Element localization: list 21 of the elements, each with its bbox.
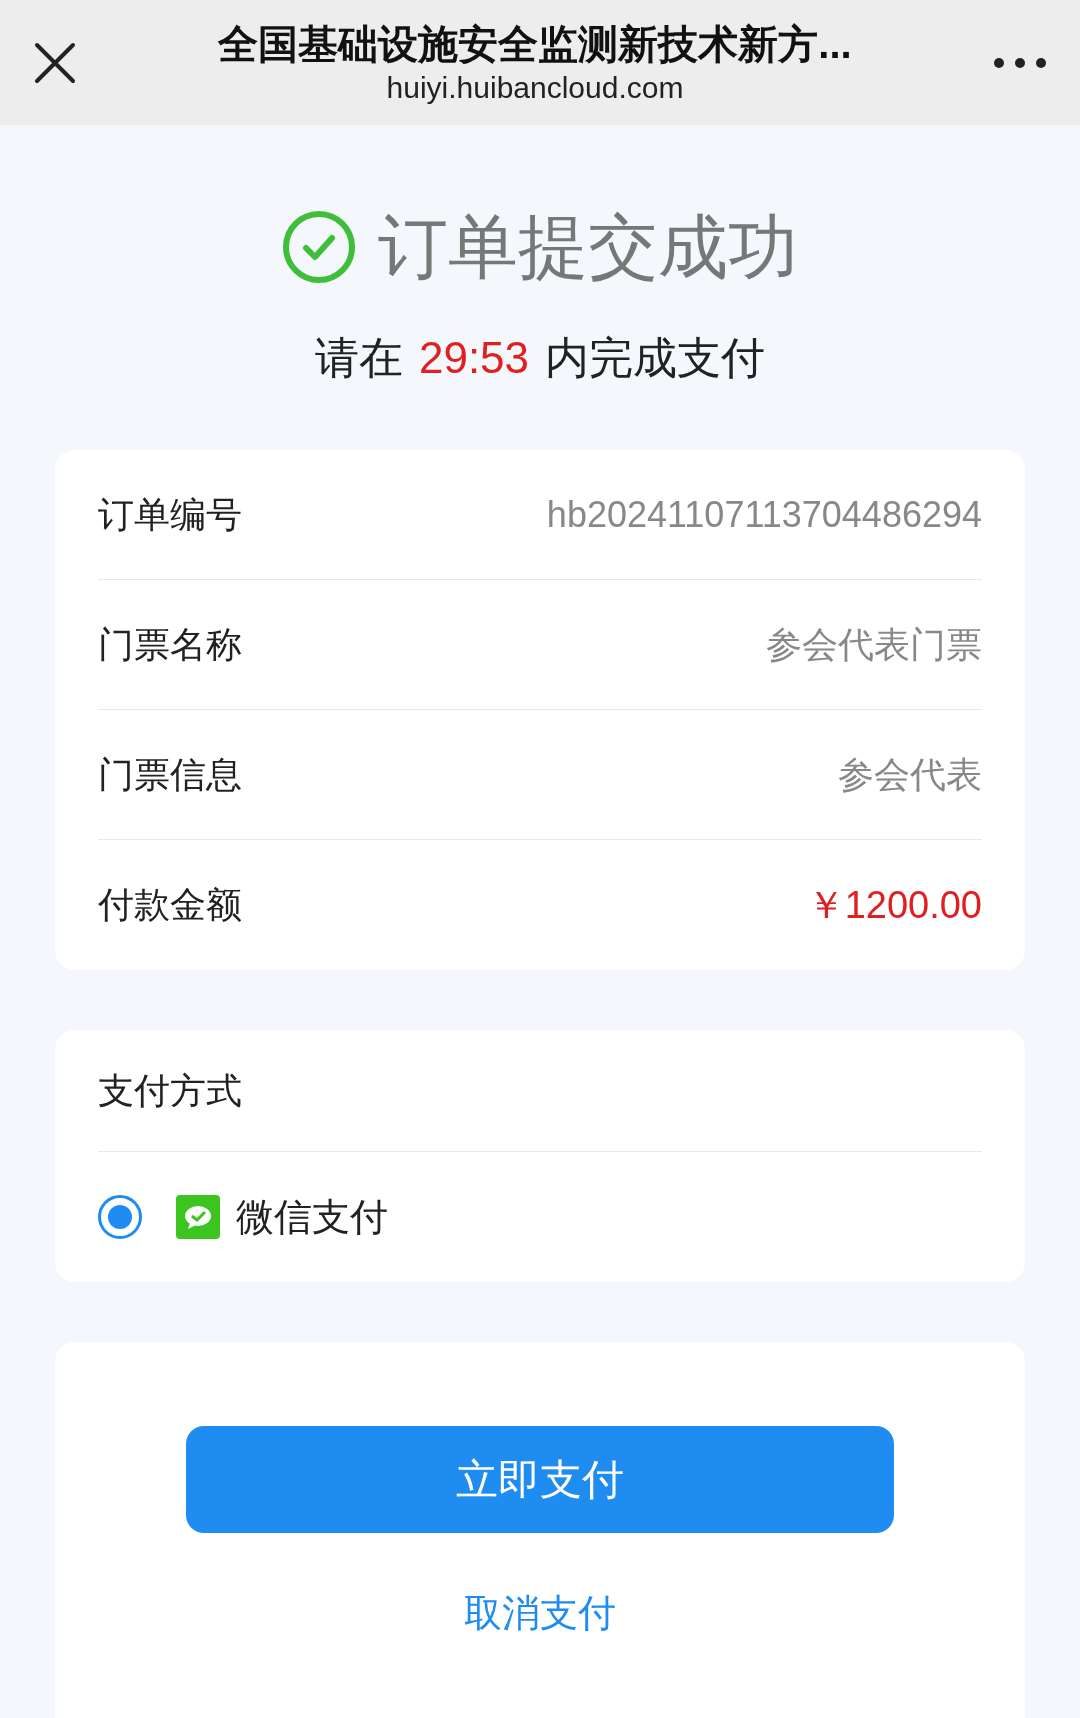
- success-check-icon: [282, 210, 356, 284]
- chat-bubble-icon: [176, 1195, 220, 1239]
- row-value: hb20241107113704486294: [546, 492, 982, 537]
- page-title: 全国基础设施安全监测新技术新方...: [218, 20, 852, 68]
- success-title: 订单提交成功: [378, 212, 798, 282]
- price-value: ￥1200.00: [806, 882, 982, 928]
- pay-now-button[interactable]: 立即支付: [186, 1426, 894, 1533]
- row-value: 参会代表门票: [766, 622, 982, 667]
- countdown-timer: 29:53: [418, 336, 530, 380]
- row-label: 付款金额: [98, 883, 242, 927]
- row-label: 订单编号: [98, 492, 242, 537]
- countdown-suffix: 内完成支付: [545, 336, 766, 380]
- cancel-payment-link[interactable]: 取消支付: [464, 1585, 616, 1642]
- payment-method-label: 微信支付: [236, 1194, 388, 1240]
- row-value: 参会代表: [838, 752, 982, 797]
- page-url: huiyi.huibancloud.com: [386, 69, 684, 106]
- row-label: 门票信息: [98, 752, 242, 797]
- row-label: 门票名称: [98, 622, 242, 667]
- radio-button[interactable]: [98, 1195, 142, 1239]
- payment-title: 支付方式: [98, 1068, 242, 1113]
- countdown-prefix: 请在: [314, 336, 403, 380]
